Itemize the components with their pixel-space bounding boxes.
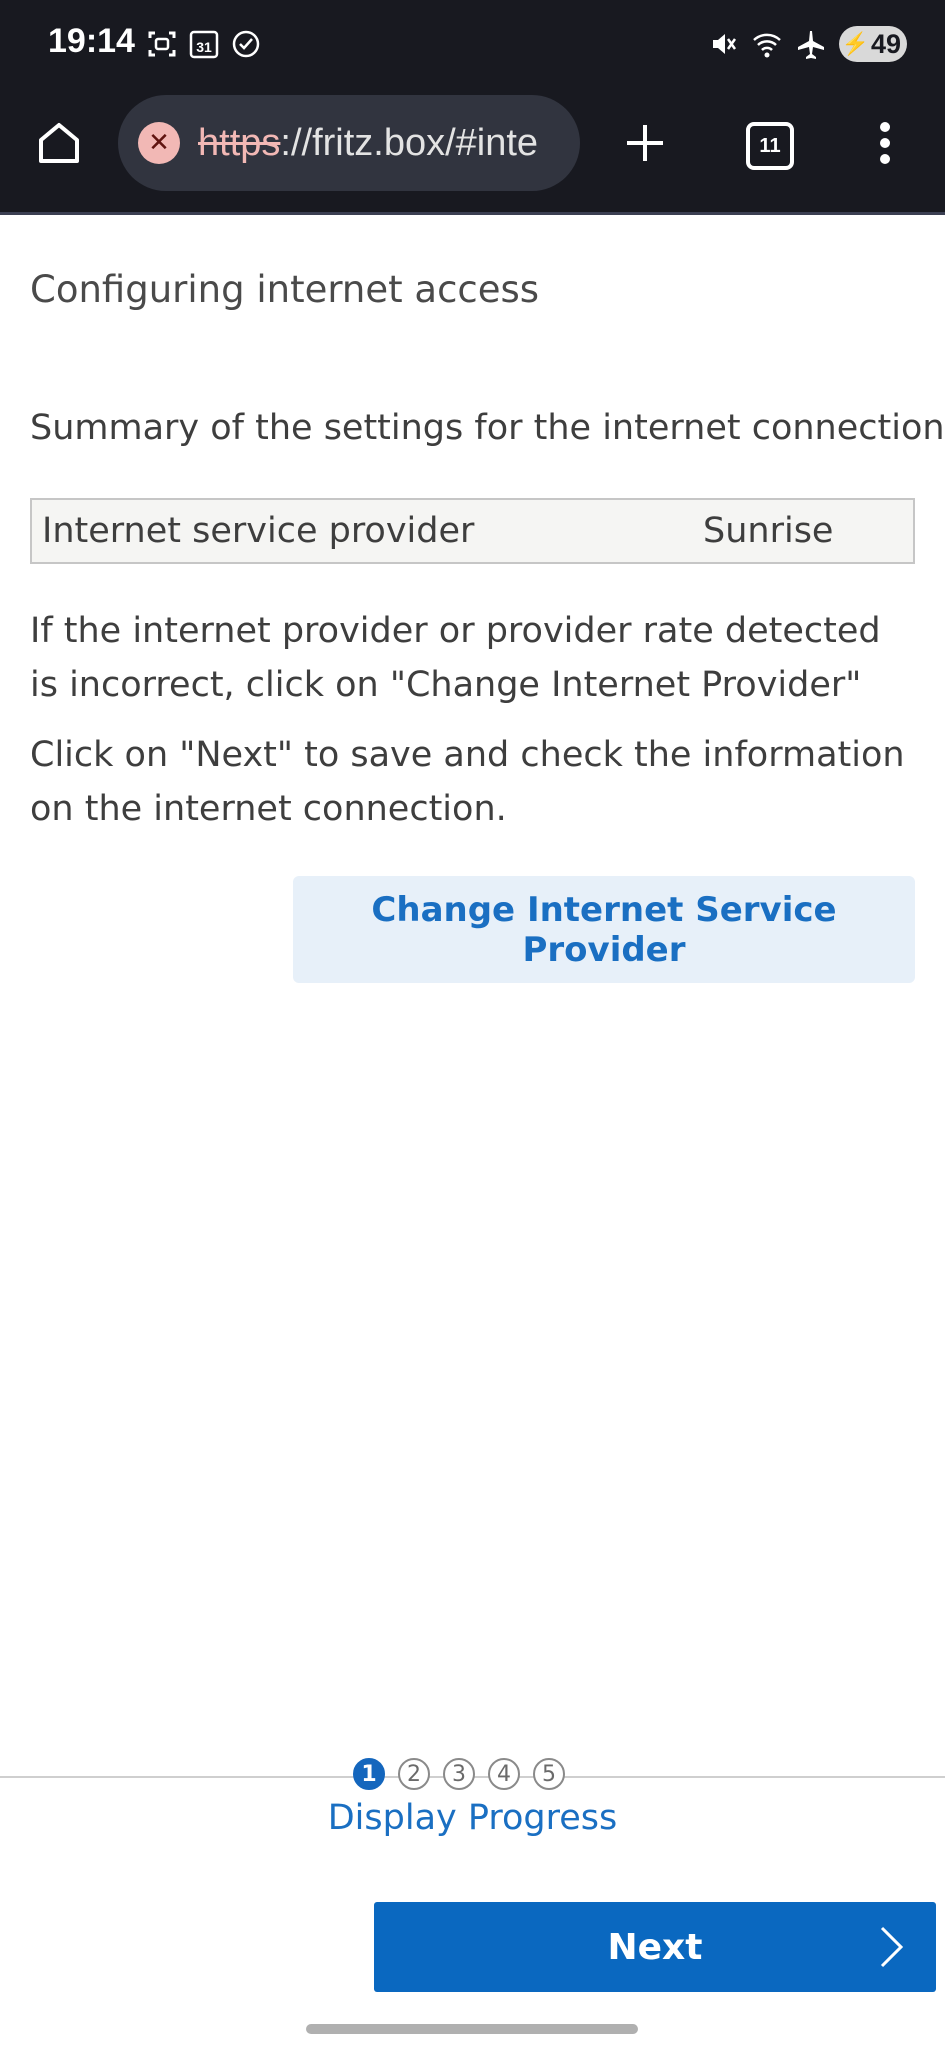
url-rest: ://fritz.box/#inte (280, 121, 539, 164)
provider-value: Sunrise (703, 511, 834, 551)
info-next: Click on "Next" to save and check the in… (30, 735, 905, 829)
battery-level: 49 (870, 28, 901, 59)
chevron-right-icon (880, 1926, 904, 1968)
gesture-handle[interactable] (306, 2024, 638, 2034)
status-icons-left: 31 (146, 28, 262, 60)
calendar-icon: 31 (189, 30, 219, 59)
display-progress-link[interactable]: Display Progress (0, 1798, 945, 1838)
new-tab-button[interactable] (620, 118, 670, 168)
status-icons-right: ⚡ 49 (707, 26, 907, 62)
calendar-day: 31 (196, 39, 212, 55)
wifi-icon (753, 33, 781, 58)
address-bar[interactable]: ✕ https://fritz.box/#inte (118, 95, 580, 191)
progress-step-3: 3 (443, 1758, 475, 1790)
home-button[interactable] (34, 118, 84, 168)
progress-step-2: 2 (398, 1758, 430, 1790)
mute-icon (713, 34, 737, 54)
next-button[interactable]: Next (374, 1902, 936, 1992)
airplane-icon (798, 31, 824, 59)
url-scheme: https (198, 121, 281, 164)
more-options-icon[interactable] (870, 118, 900, 168)
page-title: Configuring internet access (30, 268, 540, 311)
summary-table-row: Internet service provider Sunrise (30, 498, 915, 564)
browser-toolbar: 19:14 31 ⚡ 49 ✕ https://fritz.box/#inte … (0, 0, 945, 215)
not-secure-icon[interactable]: ✕ (138, 122, 180, 164)
battery-icon: ⚡ 49 (839, 26, 907, 62)
info-incorrect-provider: If the internet provider or provider rat… (30, 611, 881, 705)
screenshot-icon (148, 31, 176, 57)
progress-steps: 1 2 3 4 5 (353, 1758, 565, 1790)
progress-step-4: 4 (488, 1758, 520, 1790)
provider-label: Internet service provider (42, 511, 475, 551)
check-circle-icon (232, 30, 260, 58)
progress-step-5: 5 (533, 1758, 565, 1790)
summary-heading: Summary of the settings for the internet… (30, 408, 945, 448)
url-text[interactable]: https://fritz.box/#inte (198, 122, 538, 165)
tab-switcher-button[interactable]: 11 (746, 122, 794, 170)
progress-step-1: 1 (353, 1758, 385, 1790)
status-time: 19:14 (48, 22, 135, 60)
next-button-label: Next (607, 1926, 703, 1968)
change-provider-button[interactable]: Change Internet Service Provider (293, 876, 915, 983)
